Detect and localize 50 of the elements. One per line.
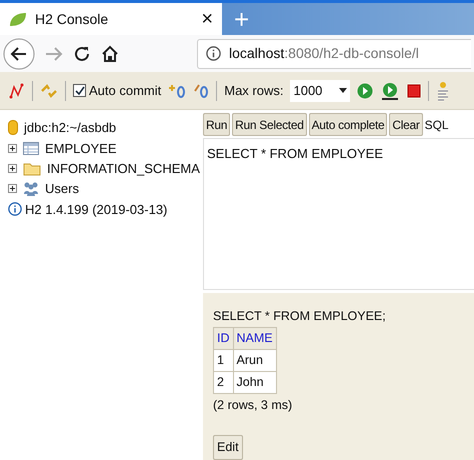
auto-commit-label: Auto commit: [89, 82, 162, 100]
url-text: localhost:8080/h2-db-console/l: [229, 44, 419, 63]
expand-toggle[interactable]: [8, 144, 17, 153]
run-selected-icon[interactable]: [380, 82, 400, 100]
result-summary: (2 rows, 3 ms): [213, 397, 292, 414]
history-icon[interactable]: [436, 80, 450, 100]
rollback-icon[interactable]: [193, 84, 210, 98]
reload-button[interactable]: [73, 44, 91, 62]
disconnect-icon[interactable]: [9, 82, 25, 98]
auto-commit-checkbox[interactable]: [73, 84, 86, 97]
tree-item[interactable]: EMPLOYEE: [45, 138, 117, 158]
column-header[interactable]: NAME: [233, 328, 276, 350]
caret-icon: [339, 88, 348, 93]
expand-toggle[interactable]: [8, 164, 17, 173]
tab-title: H2 Console: [35, 10, 110, 28]
info-icon: [206, 46, 221, 61]
url-field[interactable]: localhost:8080/h2-db-console/l: [197, 38, 471, 68]
table-cell: 2: [214, 372, 233, 394]
query-button[interactable]: Auto complete: [308, 113, 388, 136]
sql-editor[interactable]: SELECT * FROM EMPLOYEE: [203, 138, 474, 290]
column-header[interactable]: ID: [214, 328, 233, 350]
table-cell: John: [233, 372, 276, 394]
database-icon: [8, 120, 18, 136]
query-button[interactable]: Run: [203, 113, 230, 136]
query-button[interactable]: Clear: [389, 113, 423, 136]
table-cell: Arun: [233, 350, 276, 372]
version-label: H2 1.4.199 (2019-03-13): [25, 200, 168, 219]
browser-tab[interactable]: H2 Console ×: [0, 3, 222, 35]
run-icon[interactable]: [357, 82, 374, 98]
sql-label: SQL: [424, 116, 449, 134]
max-rows-select[interactable]: 1000: [290, 80, 350, 102]
tree-item[interactable]: Users: [45, 178, 79, 198]
connection-label: jdbc:h2:~/asbdb: [24, 119, 116, 137]
result-statement: SELECT * FROM EMPLOYEE;: [213, 308, 386, 324]
commit-icon[interactable]: [168, 84, 186, 98]
stop-icon[interactable]: [407, 84, 422, 98]
max-rows-label: Max rows:: [224, 82, 284, 100]
table-cell: 1: [214, 350, 233, 372]
info-icon: [8, 202, 22, 216]
table-icon: [23, 142, 39, 155]
leaf-icon: [9, 12, 27, 26]
query-button[interactable]: Run Selected: [232, 113, 307, 136]
folder-icon: [23, 162, 41, 176]
back-button[interactable]: [3, 38, 35, 70]
close-button[interactable]: ×: [201, 9, 213, 29]
expand-toggle[interactable]: [8, 184, 17, 193]
edit-button[interactable]: Edit: [213, 435, 243, 460]
tree-item[interactable]: INFORMATION_SCHEMA: [47, 158, 200, 178]
home-button[interactable]: [101, 44, 119, 62]
users-icon: [23, 181, 39, 196]
